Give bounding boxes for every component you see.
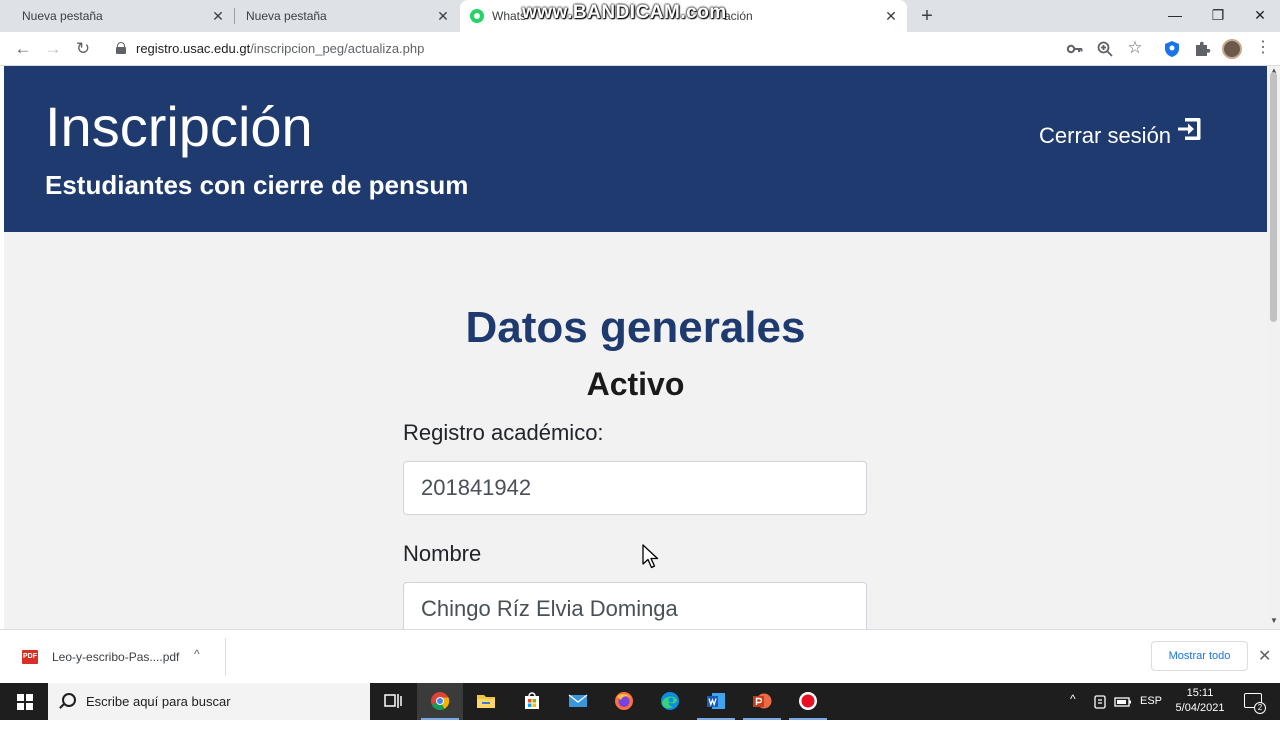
firefox-taskbar-app[interactable] [601,683,647,720]
back-button[interactable]: ← [12,38,34,60]
mail-taskbar-app[interactable] [555,683,601,720]
registro-label: Registro académico: [403,420,604,445]
windows-taskbar: Escribe aquí para buscar ^ ESP 15:11 5/0… [0,683,1280,720]
tab-nueva-pestana-2[interactable]: Nueva pestaña ✕ [235,0,459,32]
key-icon[interactable] [1066,40,1084,58]
chrome-icon [431,692,450,711]
profile-avatar[interactable] [1222,39,1242,59]
tab-title-suffix: ación [724,9,753,23]
registro-academico-field[interactable] [403,461,867,515]
powerpoint-taskbar-app[interactable] [739,683,785,720]
download-separator [225,638,226,676]
recorder-taskbar-app[interactable] [785,683,831,720]
window-close-button[interactable]: ✕ [1238,0,1280,30]
tab-title: Nueva pestaña [246,9,327,23]
address-bar[interactable]: registro.usac.edu.gt/inscripcion_peg/act… [104,36,1152,62]
header-banner: Inscripción Estudiantes con cierre de pe… [4,66,1267,232]
download-bar: PDF Leo-y-escribo-Pas....pdf ^ Mostrar t… [0,629,1280,683]
nombre-field[interactable] [403,582,867,629]
new-tab-button[interactable]: + [916,6,938,26]
scroll-down-icon[interactable]: ▼ [1270,616,1278,625]
powerpoint-icon [753,693,772,709]
edge-icon [661,692,679,710]
tab-title: Whats [492,9,527,23]
chrome-taskbar-app[interactable] [417,683,463,720]
mail-icon [568,694,588,707]
nombre-label: Nombre [403,541,482,566]
search-icon [62,693,76,707]
star-icon[interactable]: ☆ [1126,39,1144,57]
record-icon [799,692,817,710]
url-host: registro.usac.edu.gt [136,41,251,56]
word-taskbar-app[interactable] [693,683,739,720]
close-icon[interactable]: ✕ [883,8,899,24]
url-text[interactable]: registro.usac.edu.gt/inscripcion_peg/act… [136,41,424,56]
close-icon[interactable]: ✕ [210,8,226,24]
store-taskbar-app[interactable] [509,683,555,720]
section-title: Datos generales [465,303,806,352]
taskbar-search[interactable]: Escribe aquí para buscar [48,683,370,720]
restore-button[interactable]: ❐ [1196,0,1240,30]
notification-count-badge: 2 [1254,702,1266,714]
task-view-button[interactable] [370,683,416,720]
folder-icon [477,695,495,708]
edge-taskbar-app[interactable] [647,683,693,720]
language-indicator[interactable]: ESP [1140,695,1162,732]
logout-icon [1178,118,1201,140]
device-icon[interactable] [1092,694,1108,710]
chevron-up-icon[interactable]: ^ [194,647,200,661]
page-subtitle: Estudiantes con cierre de pensum [45,170,469,200]
close-icon[interactable]: ✕ [435,8,451,24]
forward-button[interactable]: → [42,38,64,60]
taskbar-clock[interactable]: 15:11 5/04/2021 [1168,686,1232,716]
browser-toolbar: ← → ↻ registro.usac.edu.gt/inscripcion_p… [0,32,1280,66]
store-bag-icon [525,692,539,709]
close-download-bar-icon[interactable]: ✕ [1258,646,1271,666]
logout-label: Cerrar sesión [1039,123,1172,148]
file-explorer-taskbar-app[interactable] [463,683,509,720]
show-all-button[interactable]: Mostrar todo [1151,641,1248,671]
page-scrollbar[interactable]: ▲ ▼ [1267,66,1280,629]
windows-logo-icon [17,694,33,710]
zoom-icon[interactable] [1096,40,1114,58]
mouse-cursor-icon [642,544,659,569]
lock-icon[interactable] [116,42,126,54]
clock-time: 15:11 [1186,687,1214,699]
menu-icon[interactable]: ⋮ [1254,39,1272,57]
word-icon [707,693,725,709]
reload-button[interactable]: ↻ [72,38,94,60]
start-button[interactable] [0,683,48,720]
firefox-icon [615,692,633,710]
task-view-icon [384,694,402,708]
pdf-file-icon: PDF [22,650,38,664]
puzzle-icon[interactable] [1193,40,1211,58]
tray-expand-icon[interactable]: ^ [1070,692,1076,729]
shield-extension-icon[interactable] [1163,40,1181,58]
whatsapp-icon [470,9,484,23]
url-path: /inscripcion_peg/actualiza.php [250,41,425,56]
minimize-button[interactable]: — [1153,0,1197,30]
search-placeholder: Escribe aquí para buscar [86,694,231,709]
scroll-thumb[interactable] [1270,72,1277,322]
page-content: Inscripción Estudiantes con cierre de pe… [4,66,1267,629]
clock-date: 5/04/2021 [1175,702,1225,714]
logout-link[interactable]: Cerrar sesión [1039,118,1203,150]
student-status: Activo [586,366,685,402]
tab-nueva-pestana-1[interactable]: Nueva pestaña ✕ [0,0,234,32]
battery-icon[interactable] [1114,695,1132,709]
browser-tabstrip: Nueva pestaña ✕ Nueva pestaña ✕ Whats ac… [0,0,1280,32]
tab-title: Nueva pestaña [22,9,103,23]
page-title: Inscripción [45,95,313,158]
download-file-name[interactable]: Leo-y-escribo-Pas....pdf [52,650,179,664]
recording-watermark: www.BANDICAM.com [522,2,727,23]
